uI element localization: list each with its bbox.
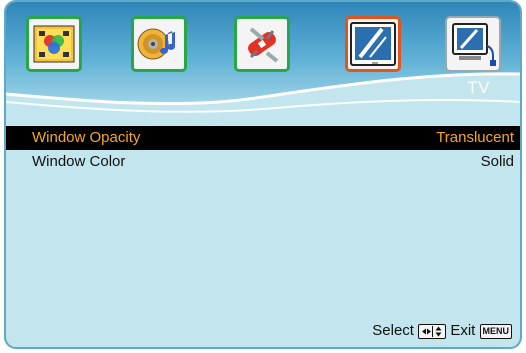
exit-hint-label: Exit xyxy=(450,322,476,340)
select-hint-label: Select xyxy=(372,322,414,340)
option-value: Translucent xyxy=(436,129,514,146)
menu-header: TV xyxy=(6,2,520,120)
option-window-opacity[interactable]: Window Opacity Translucent xyxy=(6,126,520,150)
section-title: TV xyxy=(467,78,490,97)
category-tab-picture[interactable] xyxy=(26,16,82,72)
option-value: Solid xyxy=(480,153,514,170)
key-hint-bar: Select Exit MENU xyxy=(372,321,512,341)
category-tab-tv[interactable] xyxy=(345,16,401,72)
option-label: Window Opacity xyxy=(32,129,141,146)
picture-icon xyxy=(33,25,75,63)
arrow-keys-icon xyxy=(418,323,447,339)
category-tab-audio[interactable] xyxy=(131,16,187,72)
option-window-color[interactable]: Window Color Solid xyxy=(6,150,520,174)
setup-tools-icon xyxy=(248,27,279,63)
pc-monitor-icon xyxy=(452,23,496,66)
option-label: Window Color xyxy=(32,153,126,170)
options-list: Window Opacity Translucent Window Color … xyxy=(6,126,520,174)
audio-icon xyxy=(137,28,175,60)
category-tab-setup[interactable] xyxy=(234,16,290,72)
osd-menu: TV Window Opacity Translucent Window Col… xyxy=(4,0,522,349)
menu-key-label: MENU xyxy=(479,323,512,339)
tv-icon xyxy=(350,22,396,66)
category-tab-pc[interactable] xyxy=(445,16,501,72)
